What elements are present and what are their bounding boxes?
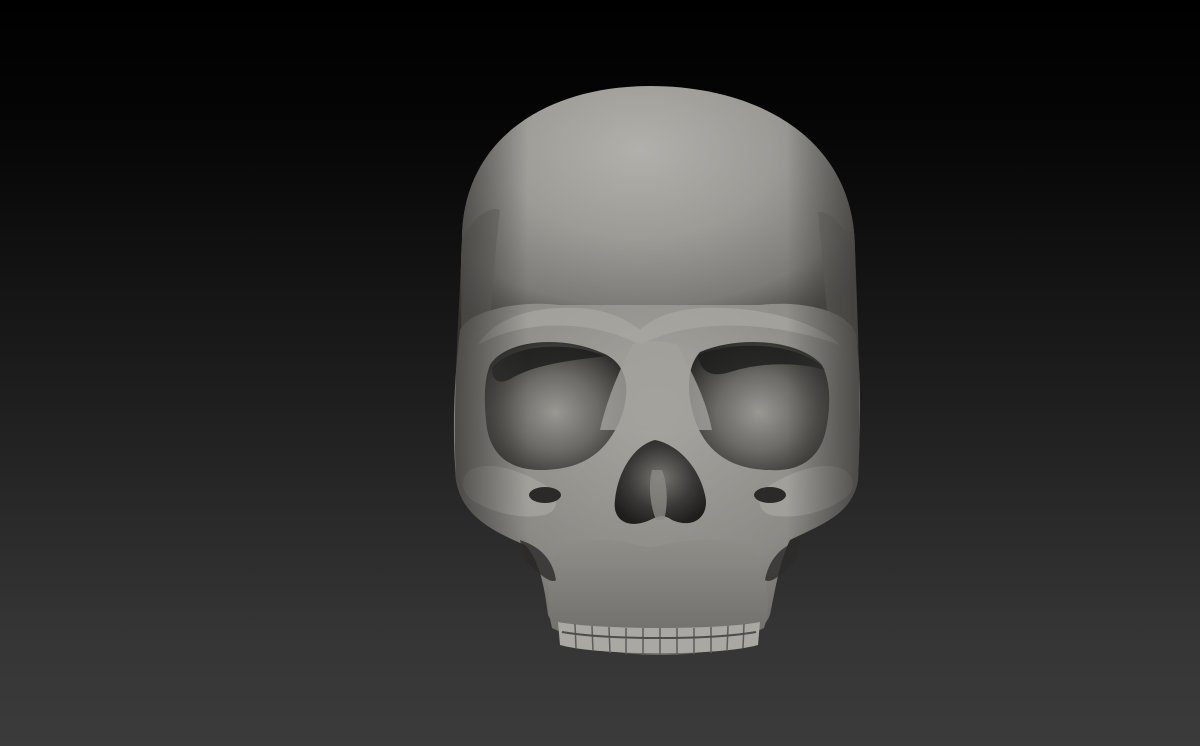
skull-model[interactable] bbox=[453, 86, 860, 655]
skull-side-shading bbox=[454, 86, 860, 652]
viewport-canvas[interactable] bbox=[0, 0, 1200, 746]
sculpt-viewport[interactable] bbox=[0, 0, 1200, 746]
